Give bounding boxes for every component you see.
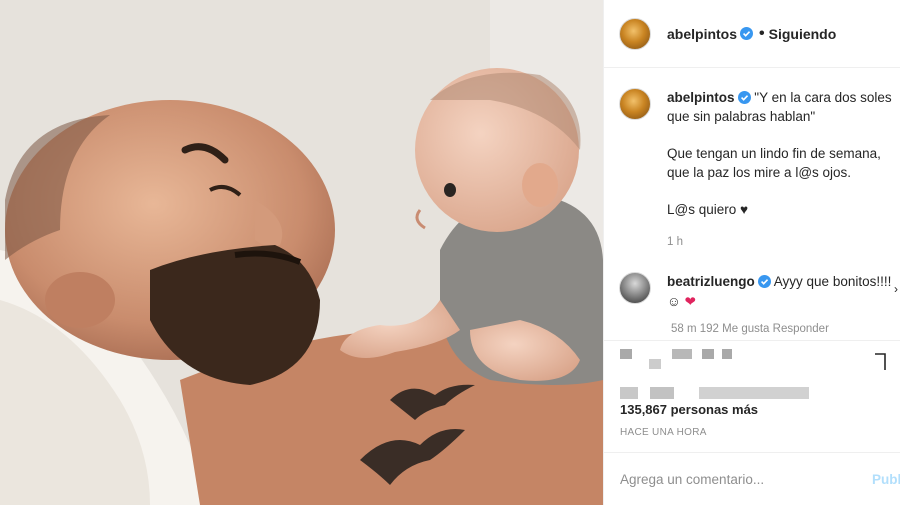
comment-meta: 58 m 192 Me gusta Responder [671,323,829,335]
verified-badge-icon [737,91,751,104]
comment-input[interactable] [620,471,860,487]
heart-icon: ❤ [684,294,696,309]
comment-username[interactable]: beatrizluengo [667,274,755,289]
avatar[interactable] [619,272,651,304]
chevron-icon[interactable]: › [894,282,898,296]
caption-time[interactable]: 1 h [667,233,899,252]
post-side-panel: abelpintos • Siguiendo abelpintos "Y en … [603,0,900,505]
comment-item: beatrizluengo Ayyy que bonitos!!!! ☺ ❤ [619,272,900,312]
like-button[interactable] [620,349,632,359]
verified-badge-icon [740,27,754,40]
action-icon [722,349,732,359]
liker-avatar[interactable] [620,387,638,399]
avatar[interactable] [619,17,651,50]
header-username[interactable]: abelpintos [667,26,737,42]
post-timestamp: HACE UNA HORA [620,427,707,438]
liker-avatar[interactable] [650,387,674,399]
liker-names[interactable] [699,387,809,399]
likes-count[interactable]: 135,867 personas más [620,402,758,417]
post-header: abelpintos • Siguiendo [604,0,900,68]
avatar[interactable] [619,88,651,120]
bookmark-icon[interactable] [874,353,888,371]
publish-button[interactable]: Publ [872,472,900,487]
caption-line-2: Que tengan un lindo fin de semana, que l… [667,146,881,180]
verified-badge-icon [757,275,771,288]
comment-button[interactable] [649,359,661,369]
caption-line-3: L@s quiero ♥ [667,202,749,217]
post-photo[interactable] [0,0,603,505]
photo-illustration [0,0,603,505]
action-icon [702,349,714,359]
action-bar [604,340,900,400]
share-button[interactable] [672,349,692,359]
post-caption: abelpintos "Y en la cara dos soles que s… [619,88,900,252]
separator-dot: • [759,24,765,42]
following-button[interactable]: Siguiendo [769,26,837,42]
caption-username[interactable]: abelpintos [667,90,735,105]
add-comment-bar: Publ [604,452,900,505]
